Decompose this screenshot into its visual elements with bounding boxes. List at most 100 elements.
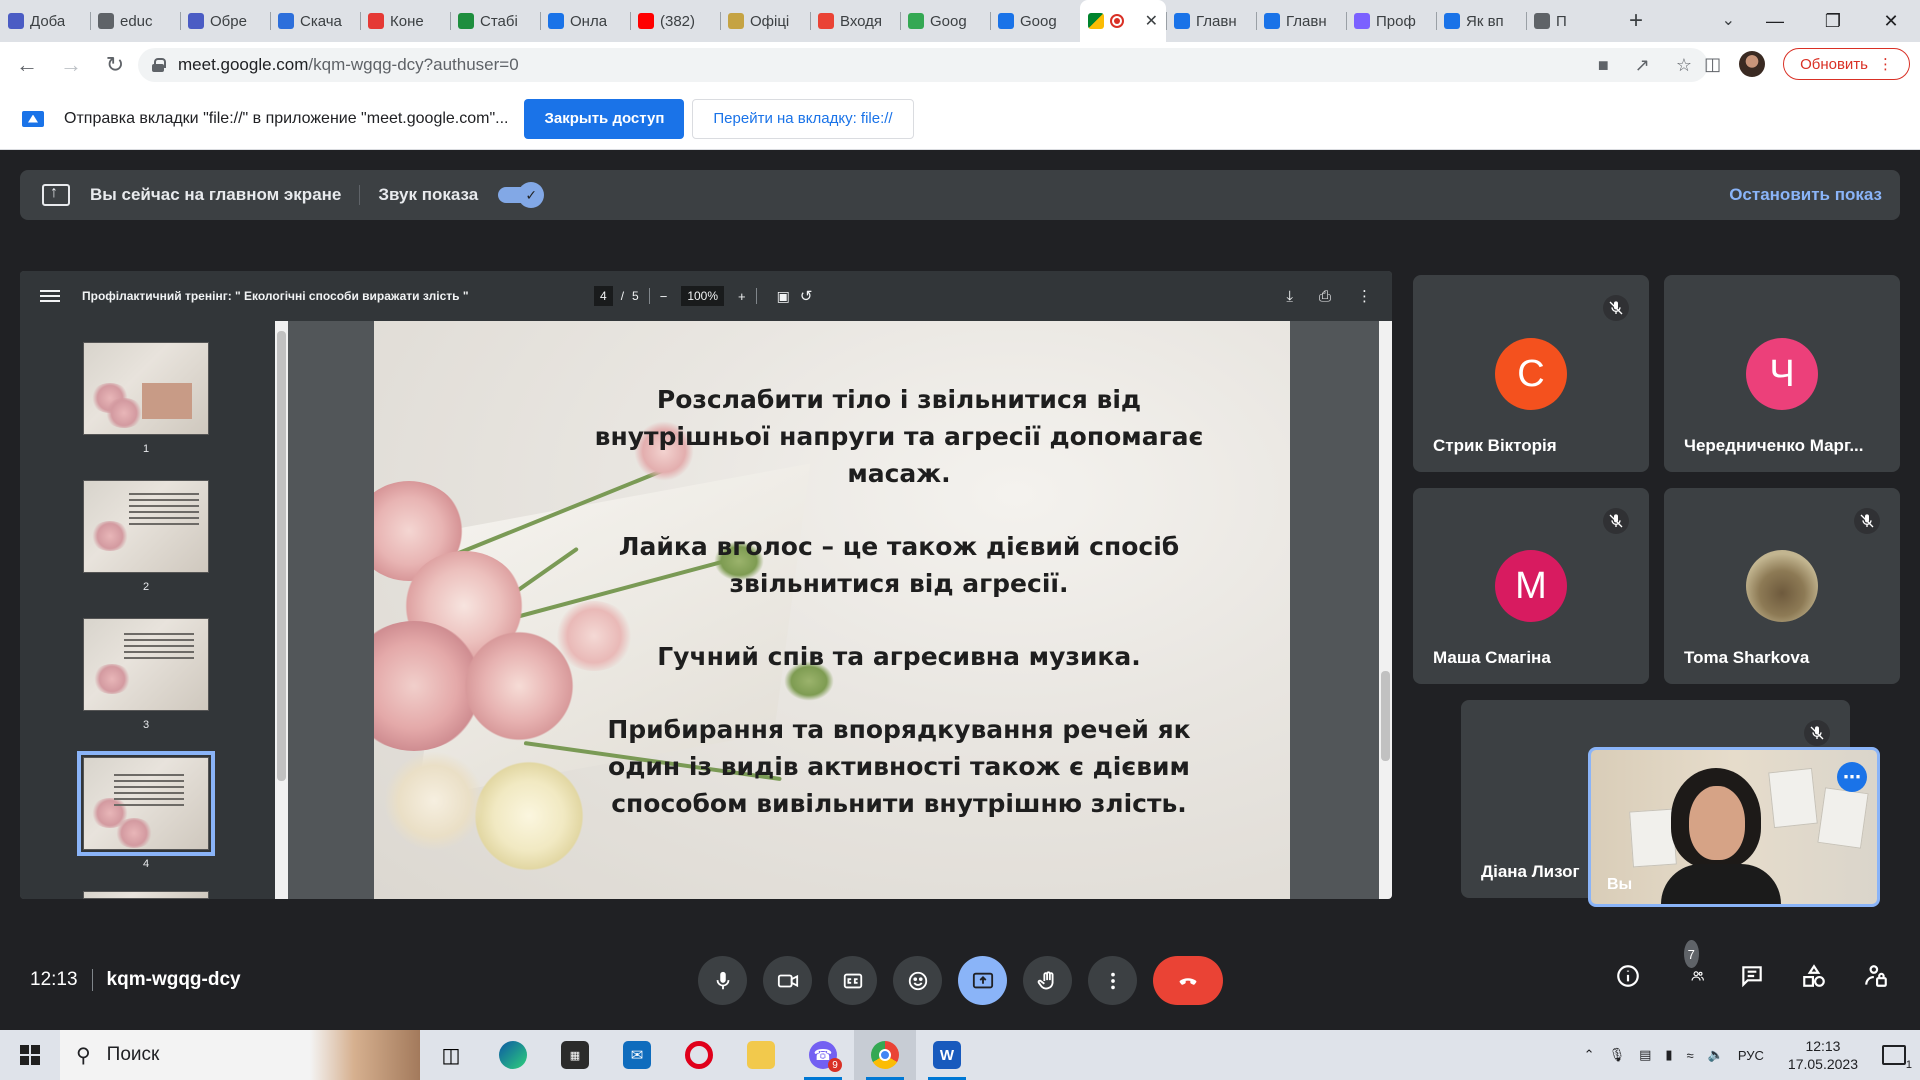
browser-tab[interactable]: Goog xyxy=(990,0,1080,42)
update-button[interactable]: Обновить ⋮ xyxy=(1783,48,1910,80)
minimize-button[interactable]: — xyxy=(1746,0,1804,42)
close-access-button[interactable]: Закрыть доступ xyxy=(524,98,685,139)
lock-icon[interactable] xyxy=(152,58,166,72)
word-icon: W xyxy=(933,1041,961,1069)
zoom-value[interactable]: 100% xyxy=(681,286,725,306)
rotate-icon[interactable]: ↺ xyxy=(800,287,813,305)
taskbar-clock[interactable]: 12:13 17.05.2023 xyxy=(1788,1037,1858,1073)
browser-tab[interactable]: Коне xyxy=(360,0,450,42)
thumbnail-page-4[interactable] xyxy=(77,751,215,856)
share-icon[interactable]: ↗ xyxy=(1635,55,1650,76)
viber-app[interactable]: ☎ 9 xyxy=(792,1030,854,1080)
battery-icon[interactable]: ▮ xyxy=(1665,1047,1672,1063)
browser-tab[interactable]: Главн xyxy=(1256,0,1346,42)
reload-button[interactable]: ↻ xyxy=(98,48,132,82)
browser-tab[interactable]: Входя xyxy=(810,0,900,42)
close-tab-icon[interactable]: ✕ xyxy=(1145,11,1158,31)
page-input[interactable]: 4 xyxy=(594,286,613,306)
print-icon[interactable]: ⎙ xyxy=(1319,288,1331,305)
store-app[interactable]: ▦ xyxy=(544,1030,606,1080)
leave-call-button[interactable] xyxy=(1153,956,1223,1005)
notification-center-icon[interactable]: 1 xyxy=(1882,1045,1912,1071)
new-tab-button[interactable]: + xyxy=(1616,0,1656,42)
meeting-info-button[interactable] xyxy=(1614,962,1642,990)
participant-tile[interactable]: С Стрик Вікторія xyxy=(1413,275,1649,472)
stop-presenting-button[interactable]: Остановить показ xyxy=(1729,170,1882,220)
word-app[interactable]: W xyxy=(916,1030,978,1080)
download-icon[interactable]: ⤓ xyxy=(1286,288,1293,305)
browser-tab[interactable]: Онла xyxy=(540,0,630,42)
captions-button[interactable] xyxy=(828,956,877,1005)
folder-icon xyxy=(747,1041,775,1069)
microphone-tray-icon[interactable]: 🎙 xyxy=(1609,1047,1626,1063)
browser-tab[interactable]: educ xyxy=(90,0,180,42)
restore-button[interactable]: ❐ xyxy=(1804,0,1862,42)
opera-app[interactable] xyxy=(668,1030,730,1080)
thumbnail-scrollbar[interactable] xyxy=(275,321,288,899)
share-audio-toggle[interactable]: ✓ xyxy=(498,182,545,208)
browser-tab[interactable]: Стабі xyxy=(450,0,540,42)
thumbnail-page-5[interactable] xyxy=(83,891,209,899)
microphone-button[interactable] xyxy=(698,956,747,1005)
browser-tab[interactable]: Главн xyxy=(1166,0,1256,42)
input-language[interactable]: РУС xyxy=(1738,1048,1764,1063)
edge-app[interactable] xyxy=(482,1030,544,1080)
camera-button[interactable] xyxy=(763,956,812,1005)
browser-tab[interactable]: Проф xyxy=(1346,0,1436,42)
active-tab-meet[interactable]: ✕ xyxy=(1080,0,1166,42)
self-view[interactable]: ⋯ Вы xyxy=(1588,747,1880,907)
bookmark-star-icon[interactable]: ☆ xyxy=(1676,55,1692,76)
close-window-button[interactable]: ✕ xyxy=(1862,0,1920,42)
zoom-in-button[interactable]: + xyxy=(738,289,746,304)
tab-search-icon[interactable]: ⌄ xyxy=(1722,10,1735,30)
back-button[interactable]: ← xyxy=(10,48,44,82)
present-button[interactable] xyxy=(958,956,1007,1005)
more-options-icon[interactable]: ⋮ xyxy=(1357,287,1372,305)
document-scrollbar[interactable] xyxy=(1379,321,1392,899)
browser-tab[interactable]: Як вп xyxy=(1436,0,1526,42)
show-hidden-icons-icon[interactable]: ⌃ xyxy=(1584,1047,1595,1063)
file-explorer-app[interactable] xyxy=(730,1030,792,1080)
taskbar-search[interactable]: ⚲ Поиск xyxy=(60,1030,420,1080)
browser-tab[interactable]: П xyxy=(1526,0,1616,42)
activities-button[interactable] xyxy=(1800,962,1828,990)
start-button[interactable] xyxy=(0,1030,60,1080)
network-icon[interactable]: ▤ xyxy=(1639,1047,1651,1063)
participant-tile[interactable]: Toma Sharkova xyxy=(1664,488,1900,684)
menu-icon[interactable] xyxy=(40,290,60,302)
chrome-app[interactable] xyxy=(854,1030,916,1080)
windows-taskbar: ⚲ Поиск ◫ ▦ ✉ ☎ 9 W ⌃ 🎙 ▤ ▮ ≈ 🔈 РУС 12:13… xyxy=(0,1030,1920,1080)
browser-tab[interactable]: Офіці xyxy=(720,0,810,42)
task-view-button[interactable]: ◫ xyxy=(420,1030,482,1080)
people-button[interactable]: 7 xyxy=(1676,940,1704,990)
browser-tab[interactable]: Доба xyxy=(0,0,90,42)
goto-tab-button[interactable]: Перейти на вкладку: file:// xyxy=(692,98,914,139)
camera-in-use-icon[interactable]: ■ xyxy=(1598,55,1609,76)
profile-avatar[interactable] xyxy=(1739,51,1766,77)
mail-app[interactable]: ✉ xyxy=(606,1030,668,1080)
browser-tab[interactable]: Обре xyxy=(180,0,270,42)
host-controls-button[interactable] xyxy=(1862,962,1890,990)
zoom-out-button[interactable]: − xyxy=(660,289,668,304)
address-bar[interactable]: meet.google.com/kqm-wgqg-dcy?authuser=0 … xyxy=(138,48,1708,82)
wifi-icon[interactable]: ≈ xyxy=(1687,1048,1694,1063)
browser-tab[interactable]: (382) xyxy=(630,0,720,42)
browser-tab[interactable]: Скача xyxy=(270,0,360,42)
meet-favicon-icon xyxy=(1088,13,1104,29)
chat-button[interactable] xyxy=(1738,962,1766,990)
thumbnail-label-4: 4 xyxy=(142,858,150,870)
volume-icon[interactable]: 🔈 xyxy=(1708,1047,1724,1063)
forward-button[interactable]: → xyxy=(54,48,88,82)
more-options-button[interactable] xyxy=(1088,956,1137,1005)
more-options-icon[interactable]: ⋯ xyxy=(1837,762,1867,792)
thumbnail-page-3[interactable] xyxy=(83,618,209,711)
participant-tile[interactable]: Ч Чередниченко Марг... xyxy=(1664,275,1900,472)
side-panel-icon[interactable]: ◫ xyxy=(1704,54,1721,75)
thumbnail-page-1[interactable] xyxy=(83,342,209,435)
thumbnail-page-2[interactable] xyxy=(83,480,209,573)
fit-page-icon[interactable]: ▣ xyxy=(777,288,790,305)
browser-tab[interactable]: Goog xyxy=(900,0,990,42)
emoji-button[interactable] xyxy=(893,956,942,1005)
participant-tile[interactable]: М Маша Смагіна xyxy=(1413,488,1649,684)
raise-hand-button[interactable] xyxy=(1023,956,1072,1005)
